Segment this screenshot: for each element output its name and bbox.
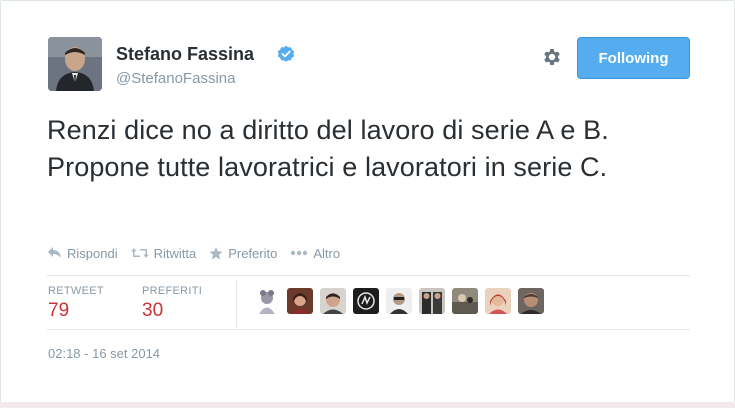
retweet-button[interactable]: Ritwitta [130,245,197,261]
favoriter-avatar[interactable] [353,288,379,314]
reply-label: Rispondi [67,245,118,261]
favorite-label: Preferito [228,245,278,261]
favoriter-avatar[interactable] [254,288,280,314]
favorite-button[interactable]: Preferito [209,246,277,261]
stats-separator [236,280,237,328]
retweet-label: Ritwitta [153,245,197,261]
favoriter-avatar[interactable] [419,288,445,314]
reply-icon [48,247,61,258]
stats-top-divider [47,275,690,276]
retweet-icon [130,248,149,258]
favoriter-avatar[interactable] [518,288,544,314]
verified-badge-icon [277,45,295,62]
star-icon [209,246,223,259]
gear-icon[interactable] [541,46,563,68]
more-button[interactable]: Altro [290,246,340,261]
favoriters-avatars [254,288,551,314]
favorites-label[interactable]: PREFERITI [142,285,202,297]
author-avatar[interactable] [48,37,102,91]
more-dots-icon [291,250,308,256]
author-handle[interactable]: @StefanoFassina [116,70,235,87]
favoriter-avatar[interactable] [485,288,511,314]
favoriter-avatar[interactable] [287,288,313,314]
tweet-text: Renzi dice no a diritto del lavoro di se… [47,115,609,182]
stats-bottom-divider [47,329,690,330]
favoriter-avatar[interactable] [452,288,478,314]
favorites-count[interactable]: 30 [142,300,163,322]
tweet-timestamp[interactable]: 02:18 - 16 set 2014 [48,346,160,361]
following-button[interactable]: Following [577,37,690,79]
author-name[interactable]: Stefano Fassina [116,44,254,65]
bottom-strip [0,402,735,408]
reply-button[interactable]: Rispondi [48,246,118,261]
more-label: Altro [313,245,341,261]
tweet-actions: Rispondi Ritwitta Preferito Altro [48,243,353,263]
retweets-count[interactable]: 79 [48,300,69,322]
favoriter-avatar[interactable] [386,288,412,314]
favoriter-avatar[interactable] [320,288,346,314]
retweets-label[interactable]: RETWEET [48,285,104,297]
